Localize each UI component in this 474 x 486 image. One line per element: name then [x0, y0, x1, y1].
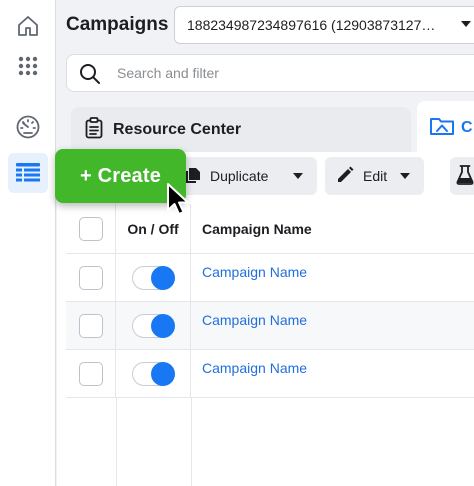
table-column-dividers — [66, 398, 474, 486]
table-header-row: On / Off Campaign Name — [66, 204, 474, 254]
apps-grid-icon[interactable] — [8, 46, 48, 86]
tab-resource-center[interactable]: Resource Center — [71, 107, 411, 153]
table-row: Campaign Name — [66, 350, 474, 398]
campaign-on-off-toggle[interactable] — [132, 313, 175, 338]
row-toggle-cell — [116, 254, 191, 301]
chevron-down-icon — [461, 21, 471, 27]
clipboard-icon — [85, 116, 103, 144]
campaign-name-link[interactable]: Campaign Name — [202, 264, 307, 280]
row-toggle-cell — [116, 302, 191, 349]
campaign-on-off-toggle[interactable] — [132, 265, 175, 290]
tab-label: C — [461, 119, 473, 136]
row-checkbox[interactable] — [78, 361, 103, 386]
main-area: Campaigns 188234987234897616 (1290387312… — [57, 0, 474, 486]
home-icon[interactable] — [8, 6, 48, 46]
ad-account-select[interactable]: 188234987234897616 (12903873127… — [174, 6, 474, 44]
search-icon — [79, 63, 101, 90]
left-nav-rail — [0, 0, 56, 486]
pencil-icon — [337, 166, 354, 186]
chevron-down-icon — [400, 173, 410, 179]
row-toggle-cell — [116, 350, 191, 397]
tab-label: Resource Center — [113, 121, 242, 138]
column-divider — [116, 398, 117, 486]
search-input[interactable] — [117, 63, 417, 83]
toggle-knob — [151, 265, 175, 290]
test-lab-button[interactable] — [450, 157, 474, 195]
row-select-cell — [66, 302, 116, 349]
campaign-table: On / Off Campaign Name Campaign Name Cam… — [66, 204, 474, 486]
mouse-pointer-icon — [166, 182, 196, 225]
select-all-cell — [66, 204, 116, 253]
campaign-name-cell: Campaign Name — [202, 302, 472, 349]
row-checkbox[interactable] — [78, 265, 103, 290]
campaign-name-link[interactable]: Campaign Name — [202, 312, 307, 328]
column-divider — [191, 398, 192, 486]
flask-icon — [456, 164, 474, 188]
table-row: Campaign Name — [66, 302, 474, 350]
row-select-cell — [66, 254, 116, 301]
campaign-on-off-toggle[interactable] — [132, 361, 175, 386]
chevron-down-icon — [293, 173, 303, 179]
campaign-name-link[interactable]: Campaign Name — [202, 360, 307, 376]
table-row: Campaign Name — [66, 254, 474, 302]
toggle-knob — [151, 361, 175, 386]
ad-account-value: 188234987234897616 (12903873127… — [187, 17, 436, 33]
folder-icon — [429, 116, 455, 141]
row-checkbox[interactable] — [78, 313, 103, 338]
search-bar — [66, 54, 474, 92]
edit-label: Edit — [363, 168, 388, 184]
tab-campaigns[interactable]: C — [417, 101, 474, 155]
campaign-name-cell: Campaign Name — [202, 350, 472, 397]
toggle-knob — [151, 313, 175, 338]
page-title: Campaigns — [66, 14, 169, 35]
select-all-checkbox[interactable] — [78, 216, 103, 241]
row-select-cell — [66, 350, 116, 397]
campaign-name-cell: Campaign Name — [202, 254, 472, 301]
edit-button[interactable]: Edit — [325, 157, 424, 195]
duplicate-label: Duplicate — [210, 168, 269, 184]
campaign-table-icon[interactable] — [8, 153, 48, 193]
column-header-name[interactable]: Campaign Name — [202, 204, 472, 253]
dashboard-gauge-icon[interactable] — [8, 107, 48, 147]
